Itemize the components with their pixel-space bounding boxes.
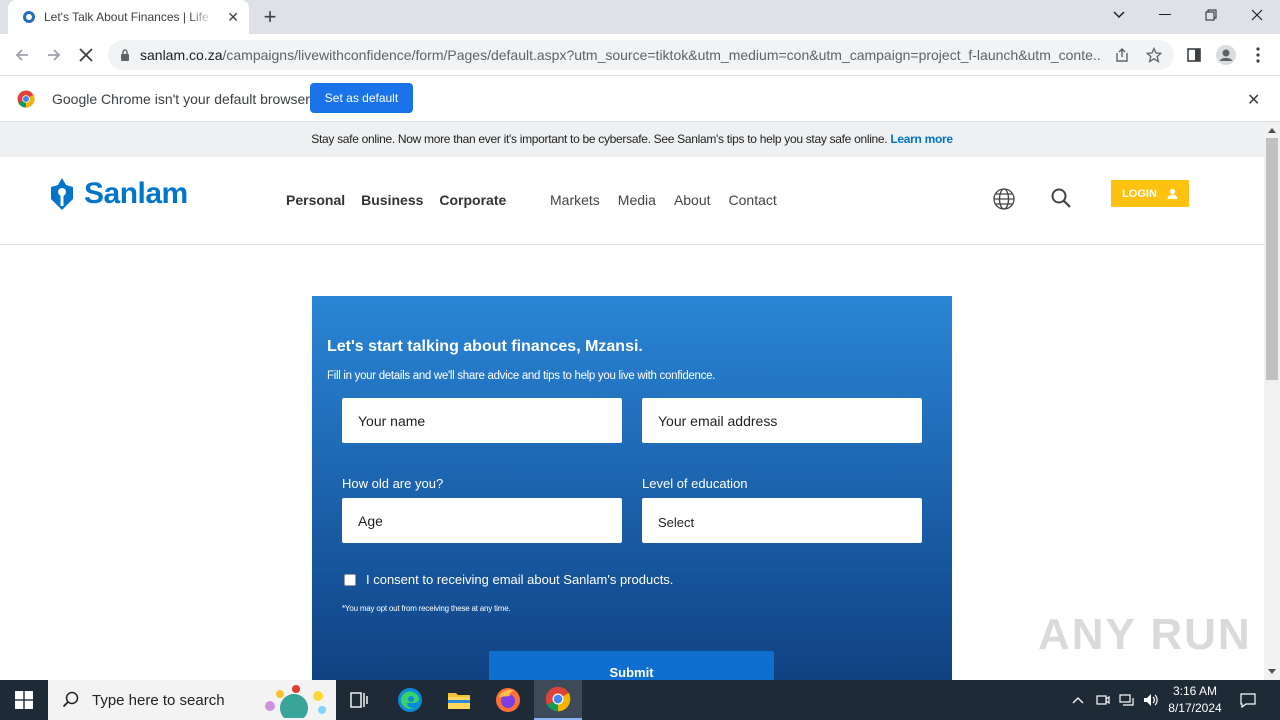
new-tab-button[interactable]: + [258, 5, 282, 29]
task-view-icon[interactable] [336, 680, 384, 720]
notice-text: Stay safe online. Now more than ever it'… [311, 132, 888, 146]
notifications-icon[interactable] [1234, 680, 1262, 720]
meet-now-icon[interactable] [1093, 680, 1113, 720]
volume-icon[interactable] [1140, 680, 1162, 720]
profile-avatar-icon[interactable] [1214, 43, 1238, 67]
site-header: Sanlam Personal Business Corporate Marke… [0, 157, 1264, 245]
clock-time: 3:16 AM [1172, 684, 1218, 698]
share-icon[interactable] [1110, 43, 1134, 67]
restore-button[interactable] [1188, 0, 1234, 30]
scroll-thumb[interactable] [1266, 138, 1278, 380]
learn-more-link[interactable]: Learn more [890, 132, 953, 146]
age-input[interactable]: Age [342, 498, 622, 543]
secondary-nav: Markets Media About Contact [550, 192, 777, 208]
user-icon [1167, 188, 1178, 199]
stop-loading-button[interactable] [74, 43, 98, 67]
taskbar-search-placeholder: Type here to search [92, 691, 225, 709]
chrome-taskbar-icon[interactable] [534, 680, 582, 720]
search-icon[interactable] [1050, 187, 1072, 209]
chrome-menu-icon[interactable] [1246, 43, 1270, 67]
set-default-button[interactable]: Set as default [310, 83, 413, 113]
firefox-icon[interactable] [484, 680, 532, 720]
file-explorer-icon[interactable] [435, 680, 483, 720]
taskbar-search-icon [62, 691, 79, 708]
sanlam-logo[interactable]: Sanlam [48, 177, 188, 211]
tab-close-icon[interactable]: ✕ [227, 9, 239, 26]
anyrun-watermark: ANY RUN [1038, 610, 1252, 659]
primary-nav: Personal Business Corporate [286, 192, 506, 208]
clock-date: 8/17/2024 [1168, 701, 1222, 715]
consent-text: I consent to receiving email about Sanla… [366, 572, 674, 587]
scroll-up-arrow-icon[interactable] [1268, 128, 1276, 133]
address-bar[interactable]: sanlam.co.za/campaigns/livewithconfidenc… [108, 40, 1174, 70]
forward-button[interactable] [42, 43, 66, 67]
side-panel-icon[interactable] [1182, 43, 1206, 67]
taskbar-clock[interactable]: 3:16 AM 8/17/2024 [1160, 683, 1230, 717]
sanlam-shield-icon [51, 178, 73, 210]
tab-title: Let's Talk About Finances | Life o [44, 10, 214, 24]
infobar-close-icon[interactable]: ✕ [1247, 90, 1260, 110]
email-placeholder: Your email address [658, 412, 778, 429]
url-text: sanlam.co.za/campaigns/livewithconfidenc… [140, 47, 1100, 63]
infobar-message: Google Chrome isn't your default browser [52, 91, 310, 107]
browser-tab[interactable]: Let's Talk About Finances | Life o ✕ [8, 0, 249, 34]
login-button[interactable]: LOGIN [1111, 180, 1189, 207]
form-subtitle: Fill in your details and we'll share adv… [327, 370, 716, 382]
consent-checkbox[interactable] [344, 573, 356, 586]
tab-search-icon[interactable] [1096, 0, 1142, 30]
nav-personal[interactable]: Personal [286, 192, 345, 208]
nav-media[interactable]: Media [618, 192, 656, 208]
tab-strip: Let's Talk About Finances | Life o ✕ + [0, 0, 1280, 34]
name-placeholder: Your name [358, 412, 426, 429]
globe-icon[interactable] [992, 187, 1016, 211]
tray-overflow-icon[interactable] [1068, 680, 1088, 720]
taskbar-search-box[interactable]: Type here to search [48, 680, 336, 720]
lock-icon[interactable] [120, 49, 130, 61]
education-select[interactable]: Select [642, 498, 922, 543]
windows-logo-icon [15, 691, 33, 709]
name-input[interactable]: Your name [342, 398, 622, 443]
start-button[interactable] [0, 680, 48, 720]
network-icon[interactable] [1116, 680, 1138, 720]
edge-icon[interactable] [386, 680, 434, 720]
age-label: How old are you? [342, 476, 444, 491]
default-browser-infobar: Google Chrome isn't your default browser… [0, 76, 1280, 122]
url-domain: sanlam.co.za [140, 47, 223, 63]
email-input[interactable]: Your email address [642, 398, 922, 443]
browser-toolbar: sanlam.co.za/campaigns/livewithconfidenc… [0, 34, 1280, 76]
page-viewport: Stay safe online. Now more than ever it'… [0, 122, 1264, 680]
nav-business[interactable]: Business [361, 192, 423, 208]
nav-about[interactable]: About [674, 192, 711, 208]
url-path: /campaigns/livewithconfidence/form/Pages… [222, 47, 1100, 63]
submit-button[interactable]: Submit [489, 651, 774, 680]
logo-text: Sanlam [84, 177, 188, 210]
bookmark-star-icon[interactable] [1142, 43, 1166, 67]
scroll-down-arrow-icon[interactable] [1268, 669, 1276, 674]
chrome-logo-icon [17, 90, 35, 108]
page-scrollbar[interactable] [1264, 122, 1280, 680]
cybersafe-notice: Stay safe online. Now more than ever it'… [0, 122, 1264, 157]
signup-form: Let's start talking about finances, Mzan… [312, 296, 952, 680]
nav-contact[interactable]: Contact [729, 192, 777, 208]
education-label: Level of education [642, 476, 748, 491]
back-button[interactable] [10, 43, 34, 67]
sanlam-favicon-icon [23, 11, 35, 23]
nav-markets[interactable]: Markets [550, 192, 600, 208]
optout-note: *You may opt out from receiving these at… [342, 604, 511, 613]
windows-taskbar: Type here to search 3:16 AM 8/17/2024 [0, 680, 1280, 720]
close-window-button[interactable] [1234, 0, 1280, 30]
age-placeholder: Age [358, 512, 383, 529]
form-title: Let's start talking about finances, Mzan… [327, 338, 643, 355]
search-highlight-icon [265, 685, 326, 718]
consent-row: I consent to receiving email about Sanla… [344, 572, 673, 587]
education-selected: Select [658, 515, 695, 530]
nav-corporate[interactable]: Corporate [439, 192, 506, 208]
login-label: LOGIN [1122, 187, 1157, 200]
minimize-button[interactable] [1142, 0, 1188, 30]
